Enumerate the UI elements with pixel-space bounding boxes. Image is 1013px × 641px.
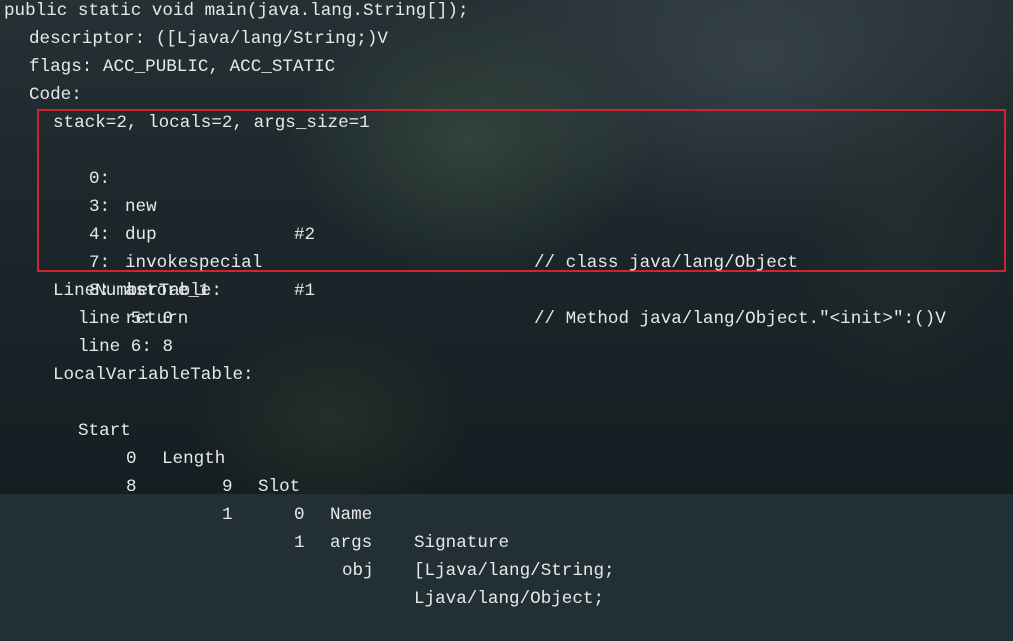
- line-number-entry: line 5: 0: [78, 309, 174, 329]
- table-cell: args: [330, 533, 373, 553]
- instruction-operand: #2: [294, 225, 316, 245]
- method-signature: public static void main(java.lang.String…: [4, 1, 469, 21]
- stack-info: stack=2, locals=2, args_size=1: [53, 113, 370, 133]
- table-row: 8 1 1 obj Ljava/lang/Object;: [0, 445, 604, 641]
- instruction-comment: // class java/lang/Object: [534, 253, 798, 273]
- instruction-opcode: new: [125, 197, 157, 217]
- descriptor-line: descriptor: ([Ljava/lang/String;)V: [29, 29, 388, 49]
- local-variable-table-label: LocalVariableTable:: [53, 365, 254, 385]
- table-cell: 1: [222, 505, 233, 525]
- instruction-offset: 0:: [89, 169, 111, 189]
- instruction-row: 8: return: [0, 249, 188, 361]
- table-cell: 9: [222, 477, 233, 497]
- table-cell: [Ljava/lang/String;: [414, 561, 615, 581]
- instruction-comment: // Method java/lang/Object."<init>":()V: [534, 309, 946, 329]
- instruction-operand: #1: [294, 281, 316, 301]
- table-cell: 8: [126, 477, 137, 497]
- column-header: Name: [330, 505, 373, 525]
- line-number-table-label: LineNumberTable:: [53, 281, 222, 301]
- column-header: Start: [78, 421, 131, 441]
- instruction-offset: 4:: [89, 225, 111, 245]
- flags-line: flags: ACC_PUBLIC, ACC_STATIC: [29, 57, 336, 77]
- column-header: Slot: [258, 477, 301, 497]
- table-cell: 1: [294, 533, 305, 553]
- table-cell: 0: [294, 505, 305, 525]
- instruction-opcode: invokespecial: [125, 253, 263, 273]
- instruction-offset: 7:: [89, 253, 111, 273]
- table-cell: obj: [342, 561, 374, 581]
- table-cell: Ljava/lang/Object;: [414, 589, 605, 609]
- column-header: Signature: [414, 533, 510, 553]
- bytecode-listing: public static void main(java.lang.String…: [0, 0, 1013, 609]
- line-number-entry: line 6: 8: [78, 337, 174, 357]
- table-cell: 0: [126, 449, 137, 469]
- code-label: Code:: [29, 85, 82, 105]
- instruction-opcode: dup: [125, 225, 157, 245]
- column-header: Length: [162, 449, 226, 469]
- instruction-offset: 3:: [89, 197, 111, 217]
